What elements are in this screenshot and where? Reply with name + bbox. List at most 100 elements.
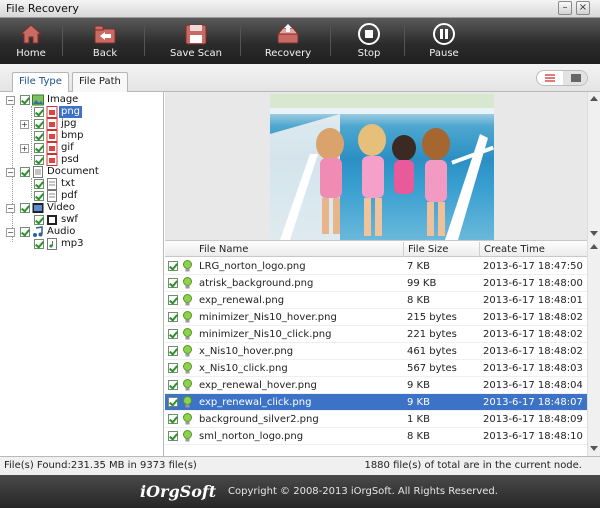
table-scrollbar[interactable] [587,240,600,456]
row-checkbox[interactable] [168,295,178,305]
list-view-button[interactable] [537,71,563,85]
toolbar-separator [330,26,331,56]
row-checkbox[interactable] [168,261,178,271]
tree-label: psd [61,154,79,165]
tree-checkbox[interactable] [34,239,44,249]
tree-checkbox[interactable] [34,119,44,129]
document-icon [33,166,43,178]
preview-scrollbar[interactable] [587,92,600,240]
column-header-file-size[interactable]: File Size [403,242,479,257]
create-time-cell: 2013-6-17 18:48:02 [483,346,583,357]
file-name-cell: exp_renewal_hover.png [199,380,317,391]
expand-toggle[interactable]: + [20,144,29,153]
file-size-cell: 9 KB [407,380,430,391]
row-checkbox[interactable] [168,363,178,373]
row-checkbox[interactable] [168,380,178,390]
row-checkbox[interactable] [168,278,178,288]
table-row[interactable]: exp_renewal_click.png 9 KB 2013-6-17 18:48… [165,394,587,411]
stop-button[interactable]: Stop [350,18,388,64]
table-row[interactable]: background_silver2.png 1 KB 2013-6-17 18:4… [165,411,587,428]
tree-checkbox[interactable] [34,215,44,225]
table-row[interactable]: sml_norton_logo.png 8 KB 2013-6-17 18:48:1… [165,428,587,445]
row-checkbox[interactable] [168,431,178,441]
view-toggle[interactable] [536,70,588,86]
back-button[interactable]: Back [84,18,126,64]
tree-checkbox[interactable] [20,167,30,177]
expand-toggle[interactable]: + [20,120,29,129]
tree-checkbox[interactable] [20,203,30,213]
row-checkbox[interactable] [168,329,178,339]
column-header-create-time[interactable]: Create Time [479,242,587,257]
file-size-cell: 8 KB [407,431,430,442]
table-row[interactable]: minimizer_Nis10_click.png 221 bytes 2013-6… [165,326,587,343]
toolbar-separator [144,26,145,56]
row-checkbox[interactable] [168,397,178,407]
home-button[interactable]: Home [10,18,52,64]
collapse-toggle[interactable]: − [6,228,15,237]
table-row[interactable]: exp_renewal_hover.png 9 KB 2013-6-17 18:48… [165,377,587,394]
home-label: Home [16,48,46,59]
create-time-cell: 2013-6-17 18:48:02 [483,329,583,340]
swf-file-icon [47,215,57,225]
tree-checkbox[interactable] [34,131,44,141]
create-time-cell: 2013-6-17 18:48:09 [483,414,583,425]
scroll-up-arrow[interactable] [590,96,598,101]
back-folder-icon [94,25,116,44]
collapse-toggle[interactable]: − [6,96,15,105]
tree-checkbox[interactable] [20,227,30,237]
image-file-icon [46,142,58,154]
row-checkbox[interactable] [168,312,178,322]
collapse-toggle[interactable]: − [6,168,15,177]
tab-file-type[interactable]: File Type [12,72,69,93]
create-time-cell: 2013-6-17 18:48:04 [483,380,583,391]
file-status-bulb-icon [183,396,192,408]
file-list-table: File Name File Size Create Time LRG_nort… [165,240,587,456]
current-node-status: 1880 file(s) of total are in the current… [364,460,582,471]
save-scan-button[interactable]: Save Scan [168,18,224,64]
scroll-up-arrow[interactable] [590,244,598,249]
tree-connector [31,106,32,160]
tree-checkbox[interactable] [20,95,30,105]
tree-checkbox[interactable] [34,191,44,201]
scroll-down-arrow[interactable] [590,446,598,451]
window-title: File Recovery [6,2,79,15]
create-time-cell: 2013-6-17 18:48:01 [483,295,583,306]
close-button[interactable]: × [576,1,590,15]
tree-label: Audio [47,226,76,237]
minimize-button[interactable]: – [558,1,572,15]
table-row[interactable]: x_Nis10_click.png 567 bytes 2013-6-17 18:4… [165,360,587,377]
file-status-bulb-icon [183,379,192,391]
table-row[interactable]: LRG_norton_logo.png 7 KB 2013-6-17 18:47:5… [165,258,587,275]
file-status-bulb-icon [183,277,192,289]
pause-label: Pause [429,48,459,59]
pause-button[interactable]: Pause [424,18,464,64]
file-status-bulb-icon [183,328,192,340]
file-name-cell: atrisk_background.png [199,278,314,289]
copyright-text: Copyright © 2008-2013 iOrgSoft. All Righ… [228,486,498,497]
recovery-button[interactable]: Recovery [262,18,314,64]
tree-label: bmp [61,130,84,141]
tree-checkbox[interactable] [34,155,44,165]
row-checkbox[interactable] [168,414,178,424]
tree-label: gif [61,142,74,153]
tab-file-path[interactable]: File Path [72,72,128,92]
preview-view-button[interactable] [563,71,587,85]
table-row[interactable]: x_Nis10_hover.png 461 bytes 2013-6-17 18:4… [165,343,587,360]
table-row[interactable]: atrisk_background.png 99 KB 2013-6-17 18:4… [165,275,587,292]
create-time-cell: 2013-6-17 18:48:02 [483,312,583,323]
tree-checkbox[interactable] [34,107,44,117]
tree-checkbox[interactable] [34,143,44,153]
scroll-down-arrow[interactable] [590,231,598,236]
tree-label: swf [61,214,78,225]
column-header-file-name[interactable]: File Name [195,242,405,257]
table-row[interactable]: minimizer_Nis10_hover.png 215 bytes 2013-6… [165,309,587,326]
collapse-toggle[interactable]: − [6,204,15,213]
file-status-bulb-icon [183,430,192,442]
pause-icon [433,23,455,45]
file-name-cell: background_silver2.png [199,414,319,425]
table-row[interactable]: exp_renewal.png 8 KB 2013-6-17 18:48:01 [165,292,587,309]
row-checkbox[interactable] [168,346,178,356]
file-size-cell: 7 KB [407,261,430,272]
tree-checkbox[interactable] [34,179,44,189]
image-preview-pane [165,92,600,240]
